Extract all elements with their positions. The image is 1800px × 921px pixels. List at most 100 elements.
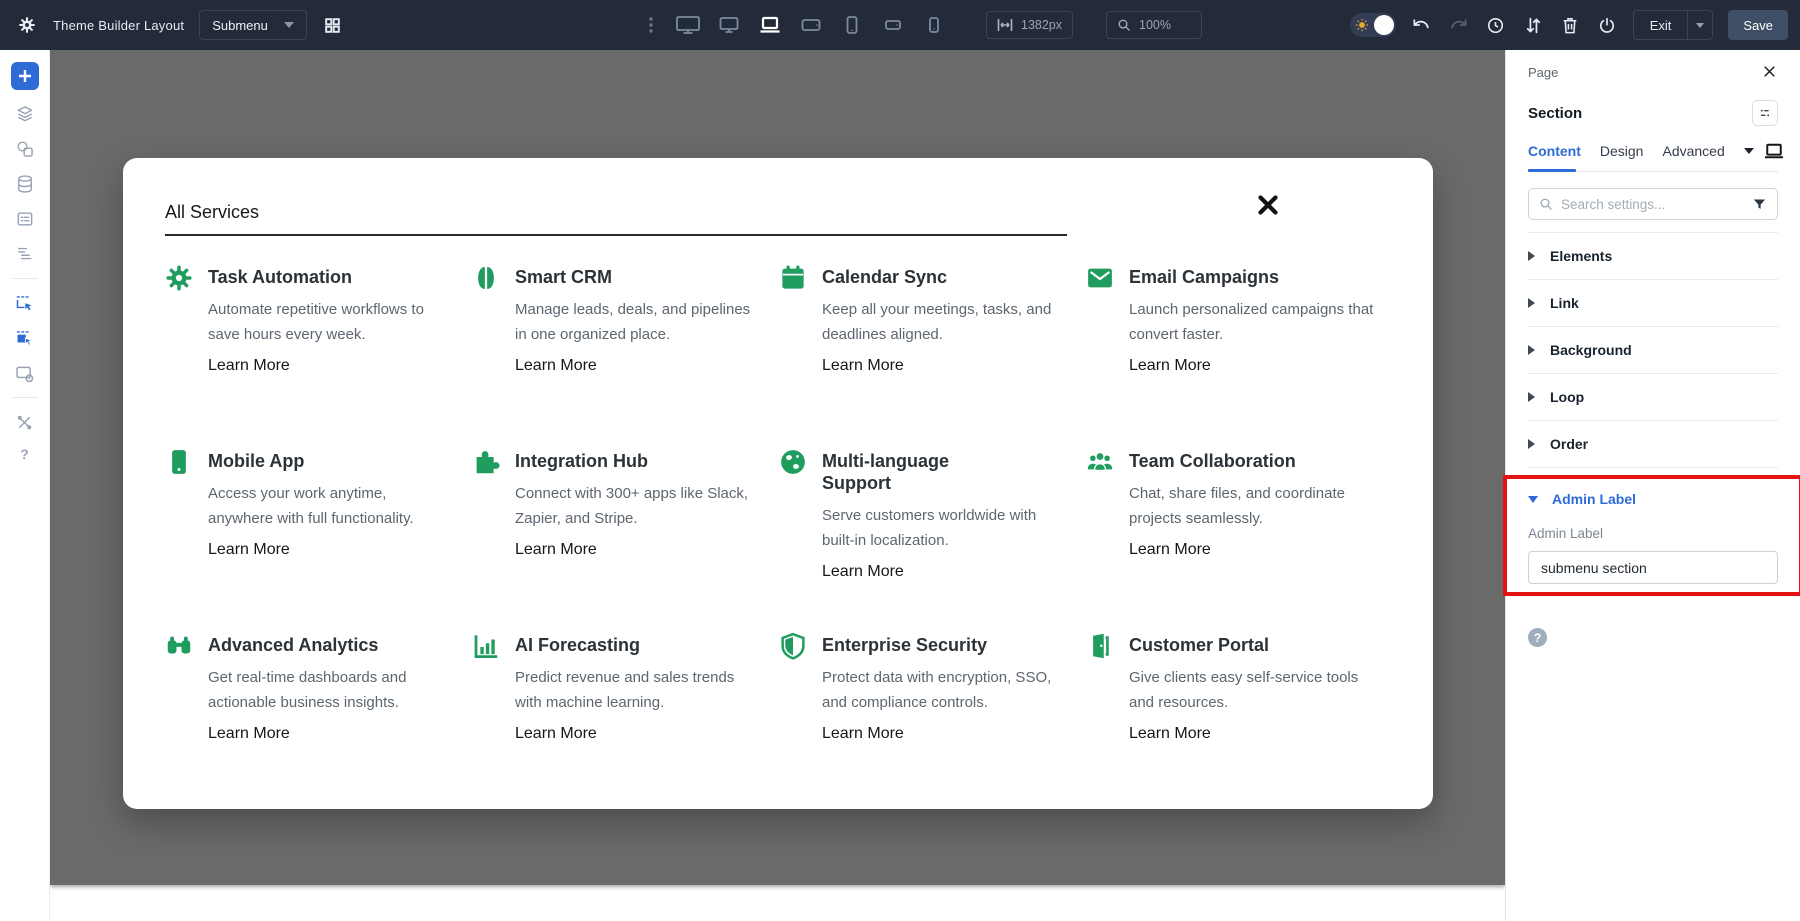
- admin-label-input[interactable]: [1528, 551, 1778, 584]
- database-icon[interactable]: [14, 173, 36, 195]
- canvas-width-input[interactable]: 1382px: [986, 11, 1073, 39]
- sun-icon: [1355, 18, 1369, 32]
- learn-more-link[interactable]: Learn More: [1129, 725, 1211, 743]
- settings-search[interactable]: [1528, 188, 1778, 220]
- width-arrows-icon: [997, 18, 1013, 32]
- exit-dropdown-caret[interactable]: [1687, 11, 1712, 39]
- history-icon[interactable]: [1485, 14, 1507, 36]
- exit-button[interactable]: Exit: [1633, 10, 1714, 40]
- form-card-icon[interactable]: [14, 208, 36, 230]
- learn-more-link[interactable]: Learn More: [1129, 357, 1211, 375]
- submenu-panel[interactable]: All Services Task Automation Automate re…: [123, 158, 1433, 809]
- service-title: Task Automation: [208, 266, 393, 288]
- brain-icon: [471, 263, 501, 293]
- save-button[interactable]: Save: [1728, 10, 1788, 40]
- zoom-input[interactable]: 100%: [1106, 11, 1202, 39]
- select-element-filled-icon[interactable]: [14, 327, 36, 349]
- tab-advanced[interactable]: Advanced: [1662, 143, 1724, 159]
- select-element-icon[interactable]: [14, 292, 36, 314]
- learn-more-link[interactable]: Learn More: [822, 357, 904, 375]
- page-structure-list-icon[interactable]: [14, 243, 36, 265]
- service-tile: Customer Portal Give clients easy self-s…: [1085, 630, 1392, 790]
- heading-underline: [165, 234, 1067, 236]
- learn-more-link[interactable]: Learn More: [208, 357, 290, 375]
- tab-design[interactable]: Design: [1600, 143, 1644, 159]
- breakpoint-mobile-portrait-icon[interactable]: [919, 10, 949, 40]
- breakpoint-tablet-portrait-icon[interactable]: [837, 10, 867, 40]
- breakpoint-dropdown-caret-icon[interactable]: [1744, 148, 1754, 154]
- learn-more-link[interactable]: Learn More: [515, 541, 597, 559]
- service-title: Integration Hub: [515, 450, 700, 472]
- door-icon: [1085, 631, 1115, 661]
- structure-layers-icon[interactable]: [14, 103, 36, 125]
- import-export-icon[interactable]: [1522, 14, 1544, 36]
- component-settings-icon[interactable]: [14, 362, 36, 384]
- trash-icon[interactable]: [1559, 14, 1581, 36]
- learn-more-link[interactable]: Learn More: [208, 725, 290, 743]
- accordion-link[interactable]: Link: [1528, 280, 1778, 327]
- chevron-right-icon: [1528, 439, 1535, 449]
- magnifier-icon: [1117, 18, 1131, 32]
- service-tile: Mobile App Access your work anytime, any…: [164, 446, 471, 630]
- learn-more-link[interactable]: Learn More: [208, 541, 290, 559]
- settings-panel: Page Section Content Design Advanced: [1505, 50, 1800, 921]
- element-settings-icon[interactable]: [1752, 100, 1778, 126]
- more-options-kebab-icon[interactable]: [640, 14, 662, 36]
- chevron-right-icon: [1528, 345, 1535, 355]
- active-tab-underline: [1528, 169, 1576, 172]
- tools-wrench-icon[interactable]: [14, 411, 36, 433]
- accordion-elements[interactable]: Elements: [1528, 233, 1778, 280]
- breakpoint-mobile-landscape-icon[interactable]: [878, 10, 908, 40]
- panel-close-icon[interactable]: [1762, 64, 1778, 80]
- templates-shapes-icon[interactable]: [14, 138, 36, 160]
- tab-content[interactable]: Content: [1528, 143, 1581, 159]
- builder-settings-gear-icon[interactable]: [16, 14, 38, 36]
- filter-funnel-icon[interactable]: [1752, 197, 1767, 212]
- sidebar-help-icon[interactable]: ?: [20, 446, 29, 462]
- service-tile: Advanced Analytics Get real-time dashboa…: [164, 630, 471, 790]
- accordion-order[interactable]: Order: [1528, 421, 1778, 468]
- learn-more-link[interactable]: Learn More: [1129, 541, 1211, 559]
- sidebar-divider: [12, 278, 38, 279]
- accordion-loop[interactable]: Loop: [1528, 374, 1778, 421]
- service-description: Manage leads, deals, and pipelines in on…: [515, 297, 760, 347]
- learn-more-link[interactable]: Learn More: [515, 725, 597, 743]
- redo-icon[interactable]: [1448, 14, 1470, 36]
- breakpoint-desktop-icon[interactable]: [714, 10, 744, 40]
- team-icon: [1085, 447, 1115, 477]
- service-tile: Task Automation Automate repetitive work…: [164, 262, 471, 446]
- template-selector[interactable]: Submenu: [199, 10, 307, 40]
- zoom-value: 100%: [1139, 18, 1171, 32]
- submenu-close-icon[interactable]: [1253, 190, 1283, 220]
- accordion-background[interactable]: Background: [1528, 327, 1778, 374]
- binoculars-icon: [164, 631, 194, 661]
- power-icon[interactable]: [1596, 14, 1618, 36]
- breadcrumb[interactable]: Page: [1528, 65, 1558, 80]
- undo-icon[interactable]: [1411, 14, 1433, 36]
- service-title: Enterprise Security: [822, 634, 1007, 656]
- theme-mode-toggle[interactable]: [1350, 13, 1396, 37]
- breakpoint-desktop-xl-icon[interactable]: [673, 10, 703, 40]
- service-description: Launch personalized campaigns that conve…: [1129, 297, 1374, 347]
- service-tile: Smart CRM Manage leads, deals, and pipel…: [471, 262, 778, 446]
- admin-label-field-label: Admin Label: [1528, 526, 1778, 541]
- help-icon[interactable]: ?: [1528, 628, 1547, 647]
- learn-more-link[interactable]: Learn More: [515, 357, 597, 375]
- service-tile: Email Campaigns Launch personalized camp…: [1085, 262, 1392, 446]
- services-grid: Task Automation Automate repetitive work…: [164, 262, 1392, 790]
- shield-icon: [778, 631, 808, 661]
- search-input[interactable]: [1561, 197, 1744, 212]
- active-breakpoint-laptop-icon[interactable]: [1763, 142, 1785, 160]
- add-element-button[interactable]: [11, 62, 39, 90]
- accordion-admin-label[interactable]: Admin Label: [1528, 491, 1778, 507]
- breakpoint-tablet-landscape-icon[interactable]: [796, 10, 826, 40]
- search-icon: [1539, 197, 1553, 211]
- chevron-right-icon: [1528, 251, 1535, 261]
- breakpoint-laptop-icon[interactable]: [755, 10, 785, 40]
- grid-view-icon[interactable]: [322, 14, 344, 36]
- builder-sidebar: ?: [0, 50, 50, 921]
- learn-more-link[interactable]: Learn More: [822, 563, 904, 581]
- learn-more-link[interactable]: Learn More: [822, 725, 904, 743]
- envelope-icon: [1085, 263, 1115, 293]
- service-description: Get real-time dashboards and actionable …: [208, 665, 453, 715]
